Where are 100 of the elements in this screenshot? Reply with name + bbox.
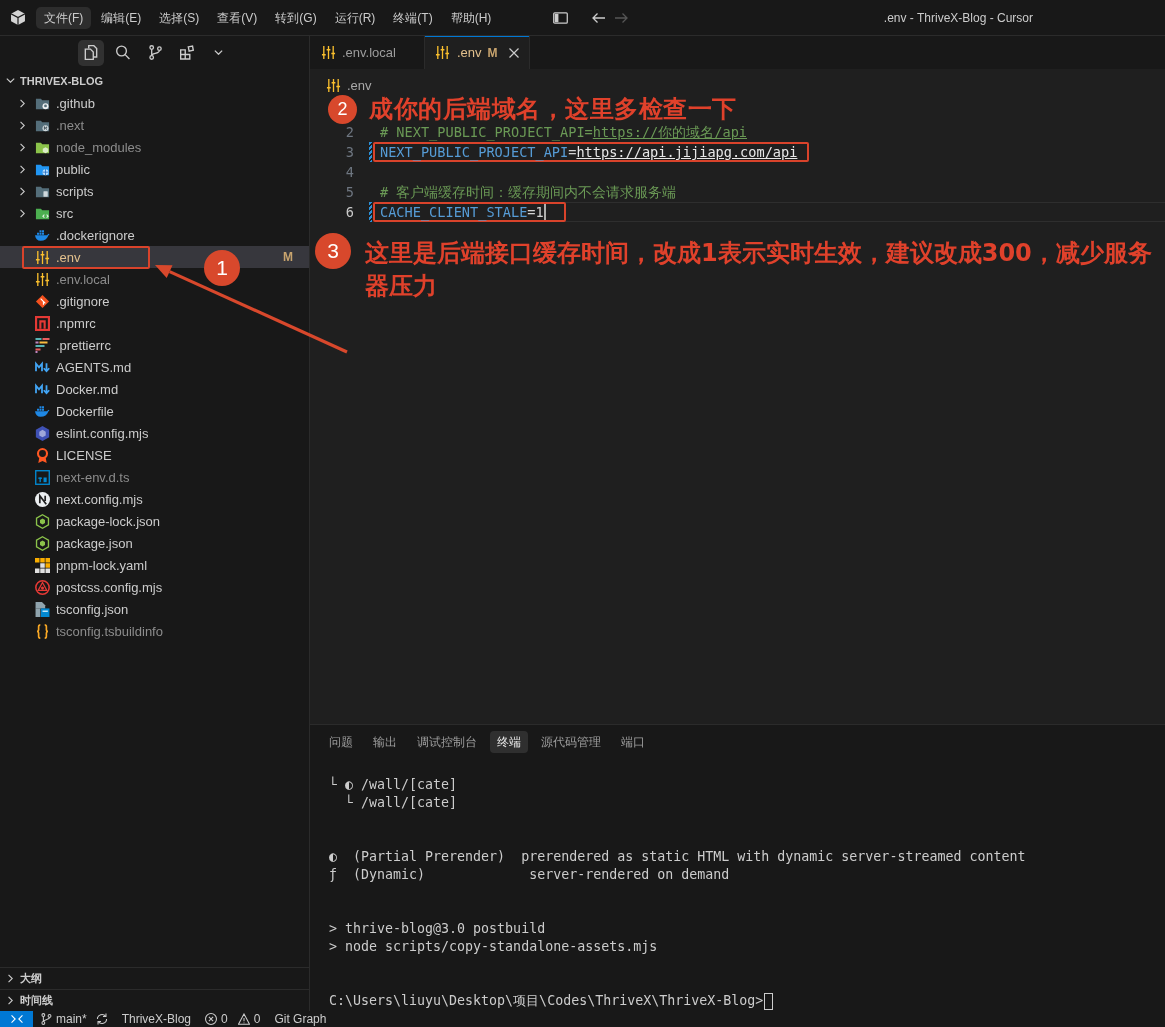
branch-icon [40,1013,52,1025]
hexagon-icon [34,535,50,551]
code-text: CACHE_CLIENT_STALE=1 [380,204,544,220]
terminal-line: ◐ (Partial Prerender) prerendered as static HTML with dynamic server-streamed content [329,848,1026,866]
bars-icon [34,337,50,353]
window-title: .env - ThriveX-Blog - Cursor [883,10,1033,25]
tree-item[interactable]: node_modules [0,136,148,158]
chevron-down-icon [214,50,223,55]
breadcrumb-item[interactable]: .env [347,78,372,93]
panel-tab[interactable]: 调试控制台 [410,731,484,753]
square-icon [34,315,50,331]
panel-tab[interactable]: 问题 [322,731,360,753]
branch-icon [147,45,162,60]
tree-item[interactable]: .prettierrc [0,334,117,356]
link[interactable]: https://你的域名/api [592,124,747,140]
terminal-line: └ ◐ /wall/[cate] [329,776,458,794]
menu-item[interactable]: 帮助(H) [442,6,500,29]
status-item[interactable]: Git Graph [274,1011,327,1027]
braces-icon [34,623,50,639]
menu-item[interactable]: 终端(T) [385,6,441,29]
sync-icon[interactable] [95,1013,108,1025]
files-icon [83,45,98,60]
sidebar-toggle-icon[interactable] [553,11,569,24]
link[interactable]: https://api.jijiapg.com/api [576,144,798,160]
tree-item[interactable]: tsconfig.tsbuildinfo [0,620,169,642]
hexagon-icon [34,513,50,529]
tree-item[interactable]: eslint.config.mjs [0,422,155,444]
search-icon [115,45,130,60]
circle-icon [34,579,50,595]
menu-item[interactable]: 文件(F) [36,6,92,29]
terminal-cursor [764,992,774,1010]
status-item[interactable]: ThriveX-Blog [121,1011,192,1027]
arrow-left-icon[interactable] [592,12,606,23]
tree-item[interactable]: tsconfig.json [0,598,135,620]
sliders-icon [325,78,341,93]
line-number: 3 [345,144,354,160]
tree-item[interactable]: pnpm-lock.yaml [0,554,154,576]
tree-item[interactable]: postcss.config.mjs [0,576,169,598]
code-text: # NEXT_PUBLIC_PROJECT_API=https://你的域名/api [380,124,747,140]
explorer-header[interactable]: THRIVEX-BLOG [0,69,309,92]
annotation-text: 成你的后端域名，这里多检查一下 [369,96,737,122]
problems-status[interactable]: 0 0 [205,1011,261,1027]
tree-item[interactable]: package-lock.json [0,510,167,532]
terminal-prompt: C:\Users\liuyu\Desktop\项目\Codes\ThriveX\ThriveX-Blog> [329,992,764,1010]
explorer-tab[interactable] [77,39,104,66]
terminal-line: > node scripts/copy-standalone-assets.mjs [329,938,658,956]
remote-button[interactable] [0,1011,33,1027]
menu-item[interactable]: 查看(V) [209,6,266,29]
editor-tab[interactable]: .env M [424,36,530,69]
close-icon[interactable] [508,47,519,58]
tree-item[interactable]: next.config.mjs [0,488,149,510]
ribbon-icon [34,447,50,463]
diamond-icon [34,293,50,309]
tree-item[interactable]: next-env.d.ts [0,466,136,488]
sliders-icon [34,271,50,287]
tree-item[interactable]: .next [0,114,91,136]
line-number: 4 [345,164,354,180]
panel-tab[interactable]: 终端 [490,731,528,753]
tree-item[interactable]: .npmrc [0,312,102,334]
tree-item[interactable]: .env.local [0,268,116,290]
section-header[interactable]: 大纲 [0,967,309,989]
git-status-label: M [283,250,293,264]
tree-item[interactable]: src [0,202,80,224]
editor-tab[interactable]: .env.local [310,36,425,69]
panel-tab[interactable]: 端口 [614,731,652,753]
menu-item[interactable]: 运行(R) [326,6,384,29]
branch-status[interactable]: main* [40,1011,87,1027]
n-circle-icon [34,491,50,507]
tree-item[interactable]: .dockerignore [0,224,141,246]
code-text: # 客户端缓存时间：缓存期间内不会请求服务端 [380,184,677,200]
line-number: 6 [345,204,354,220]
tree-item[interactable]: scripts [0,180,100,202]
tree-item[interactable]: Docker.md [0,378,125,400]
menu-item[interactable]: 转到(G) [267,6,325,29]
terminal-line: > thrive-blog@3.0 postbuild [329,920,546,938]
code-text: NEXT_PUBLIC_PROJECT_API=https://api.jijiapg.com/api [380,144,798,160]
sliders-icon [320,45,336,60]
panel-tab[interactable]: 源代码管理 [534,731,608,753]
tree-item[interactable]: package.json [0,532,139,554]
panel-tab[interactable]: 输出 [366,731,404,753]
blocks-icon [179,45,194,60]
menu-item[interactable]: 编辑(E) [93,6,150,29]
sliders-icon [435,45,451,60]
git-status-label: M [487,45,498,60]
cube-icon[interactable] [11,10,25,25]
error-icon [205,1013,218,1025]
tree-item[interactable]: public [0,158,96,180]
hexagon-icon [34,425,50,441]
tree-item[interactable]: AGENTS.md [0,356,138,378]
tree-item[interactable]: .gitignore [0,290,116,312]
warning-icon [237,1013,250,1025]
terminal-line: ƒ (Dynamic) server-rendered on demand [329,866,730,884]
sliders-icon [34,249,50,265]
tree-item[interactable]: Dockerfile [0,400,120,422]
remote-icon [10,1013,23,1025]
whale-icon [34,227,50,243]
tree-item[interactable]: .github [0,92,102,114]
tree-item[interactable]: LICENSE [0,444,118,466]
grid-icon [34,557,50,573]
menu-item[interactable]: 选择(S) [151,6,208,29]
